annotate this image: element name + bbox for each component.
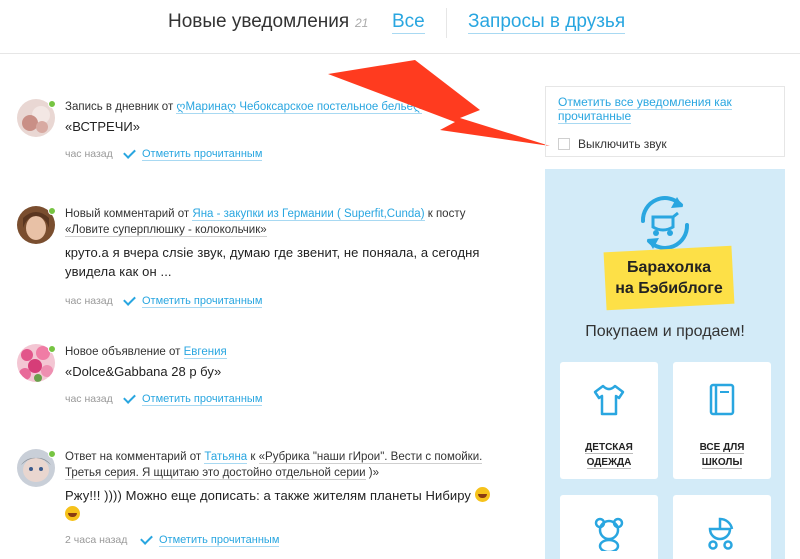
promo-badge-text: Барахолка на Бэбиблоге [615,259,723,297]
tab-divider [446,8,447,38]
mark-read-button[interactable]: Отметить прочитанным [140,532,280,547]
notification-footer: час назад Отметить прочитанным [65,391,515,407]
notification-footer: час назад Отметить прочитанным [65,293,515,309]
notification-settings: Отметить все уведомления как прочитанные… [545,86,785,157]
online-indicator [48,450,56,458]
stroller-cycle-icon [640,196,690,250]
author-link[interactable]: Татьяна [204,451,248,464]
book-icon [709,383,735,416]
online-indicator [48,100,56,108]
comment-text: Ржу!!! )))) Можно еще дописать: а также … [65,486,515,524]
checkbox[interactable] [558,138,570,150]
notification-time: час назад [65,393,113,405]
avatar[interactable] [17,449,56,487]
notification-time: час назад [65,148,113,160]
avatar[interactable] [17,99,56,137]
mark-read-button[interactable]: Отметить прочитанным [123,391,263,406]
shirt-icon [593,384,625,416]
checkmark-icon [123,391,136,404]
notification-tabs: Новые уведомления 21 Все Запросы в друзь… [0,0,800,54]
category-card-toys[interactable] [560,495,658,559]
category-card-strollers[interactable] [673,495,771,559]
mark-read-button[interactable]: Отметить прочитанным [123,146,263,161]
mute-sound-checkbox[interactable]: Выключить звук [558,137,667,151]
laughing-emoji-icon [65,506,80,521]
category-label: ДЕТСКАЯ ОДЕЖДА [585,442,633,469]
red-arrow-annotation [328,60,550,146]
notification-time: час назад [65,295,113,307]
mark-all-read-link[interactable]: Отметить все уведомления как прочитанные [558,95,758,124]
notification-title[interactable]: «Dolce&Gabbana 28 р бу» [65,363,515,381]
notification-time: 2 часа назад [65,534,128,546]
new-notifications-count: 21 [355,16,369,30]
avatar[interactable] [17,344,56,382]
category-card-school[interactable]: ВСЕ ДЛЯ ШКОЛЫ [673,362,771,479]
online-indicator [48,345,56,353]
checkmark-icon [123,146,136,159]
tab-friend-requests[interactable]: Запросы в друзья [468,11,626,34]
notification-footer: 2 часа назад Отметить прочитанным [65,532,515,548]
comment-text: круто.а я вчера слsie звук, думаю где зв… [65,245,480,279]
stroller-icon [708,517,734,550]
avatar[interactable] [17,206,56,244]
teddy-bear-icon [594,517,624,551]
flea-market-promo[interactable]: Барахолка на Бэбиблоге Покупаем и продае… [545,169,785,559]
online-indicator [48,207,56,215]
promo-slogan: Покупаем и продаем! [585,323,745,340]
mark-read-button[interactable]: Отметить прочитанным [123,293,263,308]
tab-all[interactable]: Все [392,11,425,34]
laughing-emoji-icon [474,487,490,502]
notification-meta: Ответ на комментарий от Татьяна к «Рубри… [65,451,483,480]
author-link[interactable]: Евгения [183,346,227,359]
tab-new-notifications[interactable]: Новые уведомления [168,11,349,33]
post-link[interactable]: «Ловите суперплюшку - колокольчик» [65,224,267,237]
category-card-kids-clothes[interactable]: ДЕТСКАЯ ОДЕЖДА [560,362,658,479]
notification-meta: Новое объявление от Евгения [65,346,227,359]
author-link[interactable]: Яна - закупки из Германии ( Superfit,Cun… [192,208,425,221]
notification-meta: Новый комментарий от Яна - закупки из Ге… [65,208,466,237]
checkmark-icon [140,532,153,545]
checkmark-icon [123,293,136,306]
category-label: ВСЕ ДЛЯ ШКОЛЫ [699,442,745,469]
